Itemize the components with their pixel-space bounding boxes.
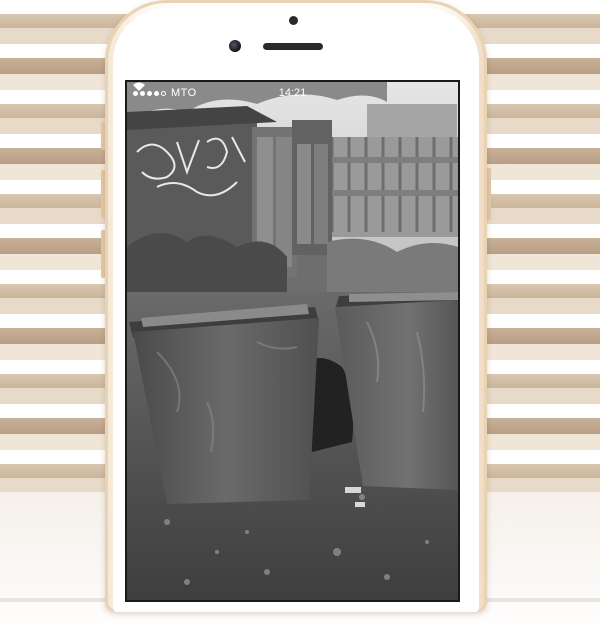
stage: MTO 14:21 (0, 0, 600, 640)
status-bar: MTO 14:21 (127, 82, 458, 104)
photo-bushes (127, 233, 287, 297)
signal-strength-icon (133, 90, 166, 96)
earpiece-speaker (263, 43, 323, 50)
phone-screen: MTO 14:21 (125, 80, 460, 602)
proximity-sensor (289, 16, 298, 25)
front-camera-icon (229, 40, 241, 52)
wifi-icon (133, 82, 145, 91)
camera-photo (127, 82, 458, 600)
photo-fence (327, 137, 458, 237)
carrier-name: MTO (171, 87, 197, 99)
